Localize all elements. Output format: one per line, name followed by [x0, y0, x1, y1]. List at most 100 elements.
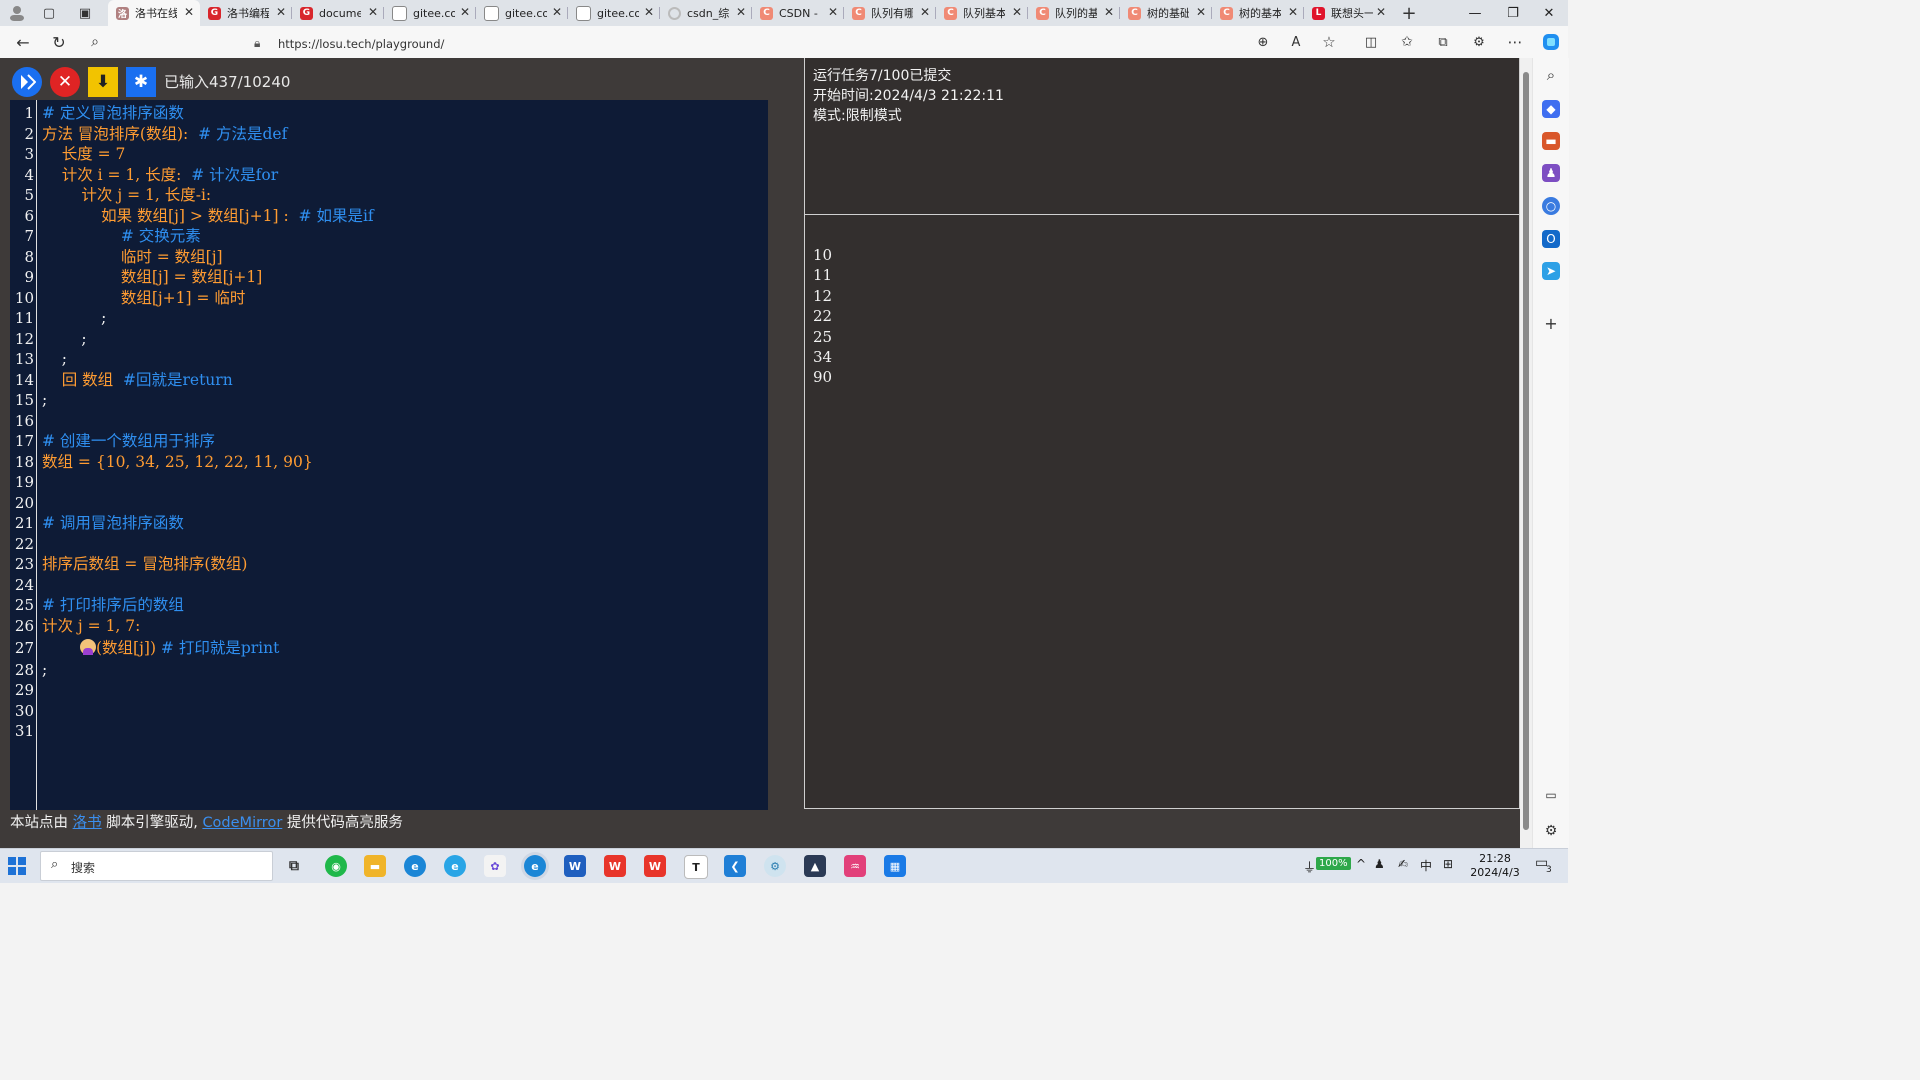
tab-6[interactable]: csdn_综合 ✕: [660, 0, 752, 26]
edge-active-icon[interactable]: e: [524, 855, 546, 877]
close-tab-icon[interactable]: ✕: [1104, 5, 1114, 19]
word-icon[interactable]: W: [564, 855, 586, 877]
close-tab-icon[interactable]: ✕: [1012, 5, 1022, 19]
favorite-star-icon[interactable]: ☆: [1316, 30, 1342, 54]
network-app-icon[interactable]: ⚙: [764, 855, 786, 877]
sidebar-add-icon[interactable]: +: [1542, 314, 1560, 333]
tab-10[interactable]: C 队列的基 ✕: [1028, 0, 1120, 26]
vertical-tabs-icon[interactable]: ▣: [72, 1, 98, 25]
url-field[interactable]: 🔒︎ https://losu.tech/playground/: [120, 29, 1340, 55]
extensions-icon[interactable]: ⚙: [1466, 30, 1492, 54]
close-tab-icon[interactable]: ✕: [920, 5, 930, 19]
profile-icon[interactable]: [4, 1, 30, 25]
losu-link[interactable]: 洛书: [73, 815, 102, 831]
tab-4[interactable]: gitee.com ✕: [476, 0, 568, 26]
tab-5[interactable]: gitee.com ✕: [568, 0, 660, 26]
stop-button[interactable]: ✕: [50, 67, 80, 97]
sidebar-settings-icon[interactable]: ⚙: [1542, 822, 1560, 840]
code-line: (数组[j]) # 打印就是print: [80, 638, 279, 658]
read-aloud-icon[interactable]: A: [1283, 30, 1309, 54]
close-tab-icon[interactable]: ✕: [276, 5, 286, 19]
windows-start-icon[interactable]: [8, 857, 26, 875]
power-plug-icon[interactable]: ⏚: [1303, 857, 1316, 876]
close-window-icon[interactable]: ✕: [1530, 0, 1568, 26]
close-tab-icon[interactable]: ✕: [644, 5, 654, 19]
scrollbar-thumb[interactable]: [1523, 72, 1529, 830]
photos-icon[interactable]: ▦: [884, 855, 906, 877]
wechat-icon[interactable]: ◉: [325, 855, 347, 877]
keyboard-layout-icon[interactable]: ⊞: [1443, 857, 1453, 871]
code-line: 数组[j+1] = 临时: [42, 289, 246, 307]
code-editor[interactable]: 1 2 3 4 5 6 7 8 9 10 11 12 13 14 15 16 1…: [10, 100, 768, 810]
sidebar-search-icon[interactable]: ⌕: [1542, 66, 1560, 84]
vscode-icon[interactable]: ❮: [724, 855, 746, 877]
run-icon: [21, 74, 36, 90]
qq-icon[interactable]: ♟: [1374, 857, 1385, 871]
split-screen-icon[interactable]: ◫: [1358, 30, 1384, 54]
back-icon[interactable]: ←: [10, 30, 36, 54]
settings-button[interactable]: ✱: [126, 67, 156, 97]
code-token: 如果 数组[j] > 数组[j+1] :: [42, 207, 294, 225]
sidebar-screenshot-icon[interactable]: ▭: [1542, 786, 1560, 804]
wps-icon[interactable]: W: [604, 855, 626, 877]
terminal-cat-icon[interactable]: ▲: [804, 855, 826, 877]
tab-8[interactable]: C 队列有哪 ✕: [844, 0, 936, 26]
more-menu-icon[interactable]: ⋯: [1502, 30, 1528, 54]
pen-icon[interactable]: ✍: [1398, 857, 1408, 871]
restore-icon[interactable]: ❐: [1494, 0, 1532, 26]
collections-icon[interactable]: ⧉: [1430, 30, 1456, 54]
search-icon[interactable]: ⌕: [82, 30, 108, 54]
close-tab-icon[interactable]: ✕: [828, 5, 838, 19]
ie-icon[interactable]: e: [444, 855, 466, 877]
sidebar-outlook-icon[interactable]: O: [1542, 230, 1560, 248]
tab-1[interactable]: G 洛书编程 ✕: [200, 0, 292, 26]
battery-indicator[interactable]: 100%: [1316, 857, 1351, 870]
copilot-icon[interactable]: [1538, 30, 1564, 54]
zoom-icon[interactable]: ⊕: [1250, 30, 1276, 54]
wps-office-icon[interactable]: W: [644, 855, 666, 877]
sidebar-send-icon[interactable]: ➤: [1542, 262, 1560, 280]
tab-2[interactable]: G document ✕: [292, 0, 384, 26]
edge-icon[interactable]: e: [404, 855, 426, 877]
close-tab-icon[interactable]: ✕: [184, 5, 194, 19]
codemirror-link[interactable]: CodeMirror: [202, 815, 282, 831]
sidebar-games-icon[interactable]: ♟: [1542, 164, 1560, 182]
tab-0[interactable]: 洛 洛书在线 ✕: [108, 0, 200, 26]
sidebar-tag-icon[interactable]: ◆: [1542, 100, 1560, 118]
close-tab-icon[interactable]: ✕: [1376, 5, 1386, 19]
file-explorer-icon[interactable]: ▬: [364, 855, 386, 877]
close-tab-icon[interactable]: ✕: [1196, 5, 1206, 19]
close-tab-icon[interactable]: ✕: [1288, 5, 1298, 19]
tab-12[interactable]: C 树的基本 ✕: [1212, 0, 1304, 26]
tab-11[interactable]: C 树的基础 ✕: [1120, 0, 1212, 26]
close-tab-icon[interactable]: ✕: [460, 5, 470, 19]
tab-3[interactable]: gitee.com ✕: [384, 0, 476, 26]
close-tab-icon[interactable]: ✕: [368, 5, 378, 19]
minimize-icon[interactable]: —: [1456, 0, 1494, 26]
app-pinwheel-icon[interactable]: ✿: [484, 855, 506, 877]
workspaces-icon[interactable]: ▢: [36, 1, 62, 25]
tab-9[interactable]: C 队列基本 ✕: [936, 0, 1028, 26]
close-tab-icon[interactable]: ✕: [552, 5, 562, 19]
system-clock[interactable]: 21:28 2024/4/3: [1460, 852, 1530, 880]
chevron-up-icon[interactable]: ^: [1356, 857, 1366, 871]
sidebar-tools-icon[interactable]: ▬: [1542, 132, 1560, 150]
taskbar-search-input[interactable]: ⌕ 搜索: [40, 851, 273, 881]
typora-icon[interactable]: T: [684, 855, 708, 879]
refresh-icon[interactable]: ↻: [46, 30, 72, 54]
tab-label: gitee.com: [505, 6, 547, 20]
run-button[interactable]: [12, 67, 42, 97]
sidebar-m365-icon[interactable]: ○: [1542, 197, 1560, 215]
download-button[interactable]: ⬇: [88, 67, 118, 97]
tab-13[interactable]: L 联想头一 ✕: [1304, 0, 1392, 26]
ime-indicator[interactable]: 中: [1420, 857, 1432, 874]
page-scrollbar[interactable]: [1520, 58, 1532, 848]
new-tab-button[interactable]: +: [1396, 1, 1422, 25]
task-view-icon[interactable]: ⧉: [283, 855, 305, 877]
close-tab-icon[interactable]: ✕: [736, 5, 746, 19]
stop-icon: ✕: [57, 72, 73, 92]
audio-app-icon[interactable]: ♒: [844, 855, 866, 877]
code-line: # 定义冒泡排序函数: [42, 104, 184, 122]
tab-7[interactable]: C CSDN - 专 ✕: [752, 0, 844, 26]
favorites-icon[interactable]: ✩: [1394, 30, 1420, 54]
